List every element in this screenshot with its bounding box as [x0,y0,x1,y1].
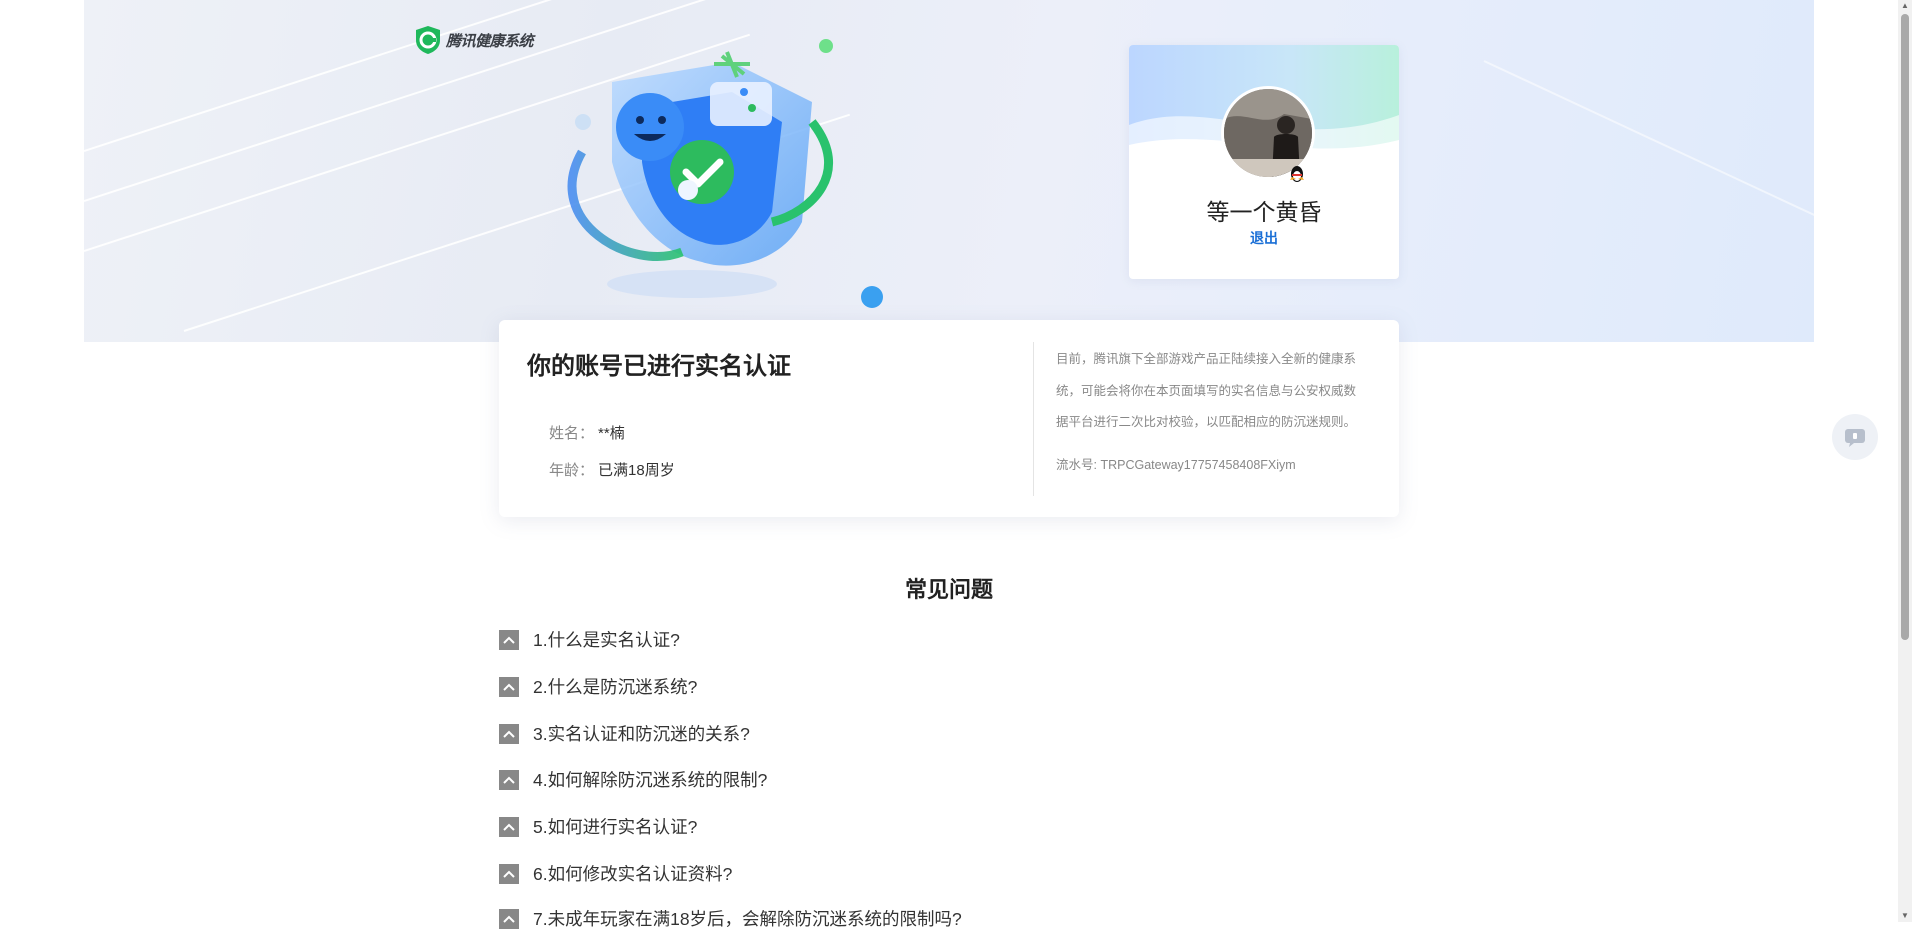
name-value: **楠 [598,425,625,442]
faq-item[interactable]: 4.如何解除防沉迷系统的限制? [499,767,767,792]
chevron-up-icon[interactable] [499,676,519,697]
faq-question[interactable]: 5.如何进行实名认证? [533,814,697,839]
verification-notice: 目前，腾讯旗下全部游戏产品正陆续接入全新的健康系统，可能会将你在本页面填写的实名… [1056,352,1357,429]
faq-item[interactable]: 3.实名认证和防沉迷的关系? [499,721,750,746]
age-value: 已满18周岁 [598,462,675,479]
logout-link[interactable]: 退出 [1129,228,1399,248]
name-label: 姓名： [549,425,595,442]
shield-illustration [567,39,883,308]
scroll-down-icon[interactable]: ▼ [1901,912,1909,920]
faq-question[interactable]: 7.未成年玩家在满18岁后，会解除防沉迷系统的限制吗? [533,906,962,931]
faq-title: 常见问题 [904,577,993,602]
faq-question[interactable]: 3.实名认证和防沉迷的关系? [533,721,750,746]
faq-question[interactable]: 4.如何解除防沉迷系统的限制? [533,767,767,792]
faq-item[interactable]: 7.未成年玩家在满18岁后，会解除防沉迷系统的限制吗? [499,906,962,931]
feedback-icon [1845,429,1865,447]
age-row: 年龄： 已满18周岁 [549,459,675,480]
faq-item[interactable]: 6.如何修改实名认证资料? [499,861,732,886]
user-nickname: 等一个黄昏 [1206,199,1322,225]
vertical-scrollbar[interactable]: ▲ ▼ [1898,0,1912,922]
verification-title: 你的账号已进行实名认证 [527,353,791,380]
faq-item[interactable]: 1.什么是实名认证? [499,627,680,652]
scroll-up-icon[interactable]: ▲ [1901,2,1909,10]
faq-question[interactable]: 2.什么是防沉迷系统? [533,674,697,699]
faq-item[interactable]: 5.如何进行实名认证? [499,814,697,839]
verification-card: 你的账号已进行实名认证 姓名： **楠 年龄： 已满18周岁 目前，腾讯旗下全部游戏… [499,320,1399,517]
chevron-up-icon[interactable] [499,629,519,650]
chevron-up-icon[interactable] [499,769,519,790]
chevron-up-icon[interactable] [499,908,519,929]
age-label: 年龄： [549,462,595,479]
faq-question[interactable]: 6.如何修改实名认证资料? [533,861,732,886]
user-card: 等一个黄昏 退出 [1129,45,1399,279]
shield-logo-icon [416,26,440,54]
header-banner [84,0,1814,342]
serial-number: 流水号: TRPCGateway17757458408FXiym [1056,458,1296,472]
faq-question[interactable]: 1.什么是实名认证? [533,627,680,652]
faq-item[interactable]: 2.什么是防沉迷系统? [499,674,697,699]
chevron-up-icon[interactable] [499,816,519,837]
name-row: 姓名： **楠 [549,422,625,443]
card-divider [1033,342,1034,496]
chevron-up-icon[interactable] [499,863,519,884]
feedback-button[interactable] [1832,414,1878,460]
qq-penguin-icon [1290,166,1304,182]
scroll-thumb[interactable] [1901,14,1909,640]
chevron-up-icon[interactable] [499,723,519,744]
